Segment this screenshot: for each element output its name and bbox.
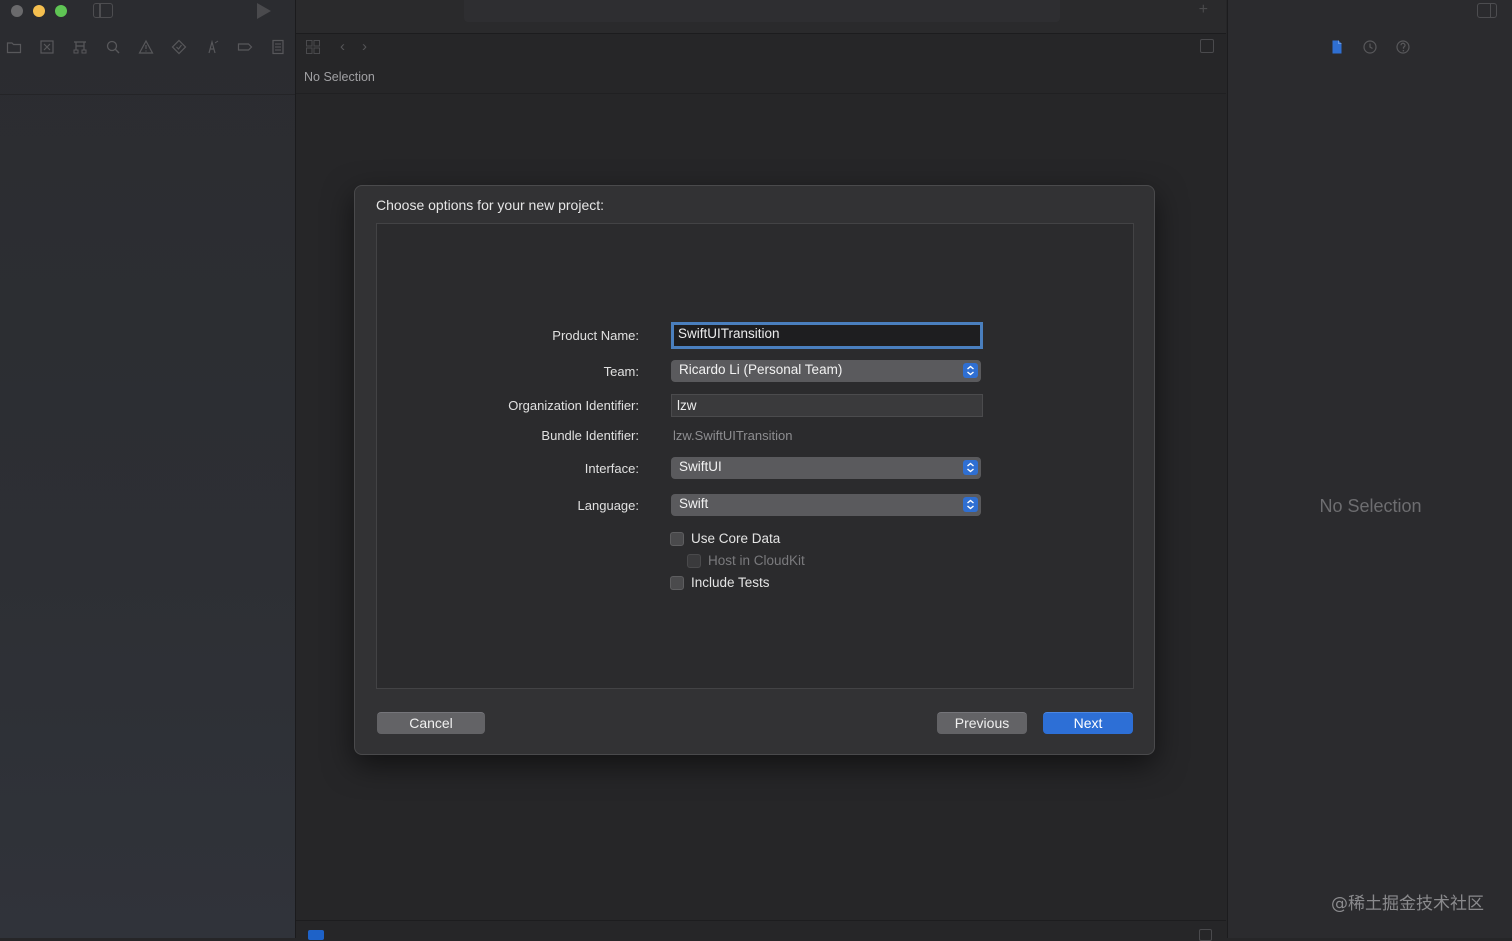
file-inspector-icon[interactable] [1328,38,1346,56]
debug-bar [296,920,1226,939]
include-tests-label[interactable]: Include Tests [691,575,770,590]
navigator-panel [0,0,296,938]
editor-options-icon[interactable] [1200,39,1214,53]
add-library-icon[interactable]: + [1199,1,1208,19]
product-name-label: Product Name: [552,328,639,343]
editor-divider [296,93,1226,94]
zoom-window-button[interactable] [55,5,67,17]
chevron-up-down-icon [963,460,978,475]
language-label: Language: [577,498,639,513]
test-icon[interactable] [169,37,189,57]
console-toggle-icon[interactable] [1199,929,1212,941]
organization-identifier-label: Organization Identifier: [508,398,639,413]
team-popup[interactable]: Ricardo Li (Personal Team) [671,360,981,382]
new-project-options-sheet: Choose options for your new project: Pro… [354,185,1155,755]
activity-viewer [464,0,1060,22]
minimize-window-button[interactable] [33,5,45,17]
debug-area-toggle-icon[interactable] [308,930,324,940]
chevron-up-down-icon [963,363,978,378]
report-icon[interactable] [268,37,288,57]
folder-icon[interactable] [4,37,24,57]
navigator-tab-bar [0,37,295,59]
forward-arrow-icon[interactable]: › [362,38,367,55]
editor-no-selection: No Selection [304,70,375,84]
sidebar-toggle-icon[interactable] [93,3,113,18]
inspector-no-selection: No Selection [1319,496,1422,516]
help-icon[interactable] [1394,38,1412,56]
window-titlebar [0,0,295,28]
host-in-cloudkit-checkbox [687,554,701,568]
inspector-toggle-icon[interactable] [1477,3,1497,18]
warning-icon[interactable] [136,37,156,57]
product-name-input[interactable]: SwiftUITransition [671,322,983,349]
navigator-divider [0,94,295,95]
bundle-identifier-label: Bundle Identifier: [541,428,639,443]
language-popup-value: Swift [679,496,709,511]
language-popup[interactable]: Swift [671,494,981,516]
chevron-up-down-icon [963,497,978,512]
search-icon[interactable] [103,37,123,57]
include-tests-checkbox[interactable] [670,576,684,590]
sheet-title: Choose options for your new project: [376,197,605,213]
back-arrow-icon[interactable]: ‹ [340,38,345,55]
watermark: @稀土掘金技术社区 [1331,894,1484,914]
jump-bar: ‹ › [296,33,1226,61]
hierarchy-icon[interactable] [70,37,90,57]
inspector-titlebar [1228,0,1512,22]
bundle-identifier-value: lzw.SwiftUITransition [673,428,793,443]
inspector-tab-bar [1328,38,1418,58]
interface-label: Interface: [584,461,639,476]
use-core-data-label[interactable]: Use Core Data [691,531,780,546]
next-button[interactable]: Next [1043,712,1133,734]
run-icon[interactable] [257,3,271,19]
interface-popup[interactable]: SwiftUI [671,457,981,479]
debug-icon[interactable] [202,37,222,57]
interface-popup-value: SwiftUI [679,459,722,474]
toolbar: + [296,0,1226,34]
organization-identifier-input[interactable]: lzw [671,394,983,417]
use-core-data-checkbox[interactable] [670,532,684,546]
related-items-icon[interactable] [306,40,320,54]
source-control-icon[interactable] [37,37,57,57]
previous-button[interactable]: Previous [937,712,1027,734]
close-window-button[interactable] [11,5,23,17]
inspector-panel: No Selection [1227,0,1512,938]
team-popup-value: Ricardo Li (Personal Team) [679,362,843,377]
host-in-cloudkit-label: Host in CloudKit [708,553,805,568]
cancel-button[interactable]: Cancel [377,712,485,734]
history-icon[interactable] [1361,38,1379,56]
options-form: Product Name: SwiftUITransition Team: Ri… [376,223,1134,689]
team-label: Team: [603,364,639,379]
breakpoint-icon[interactable] [235,37,255,57]
